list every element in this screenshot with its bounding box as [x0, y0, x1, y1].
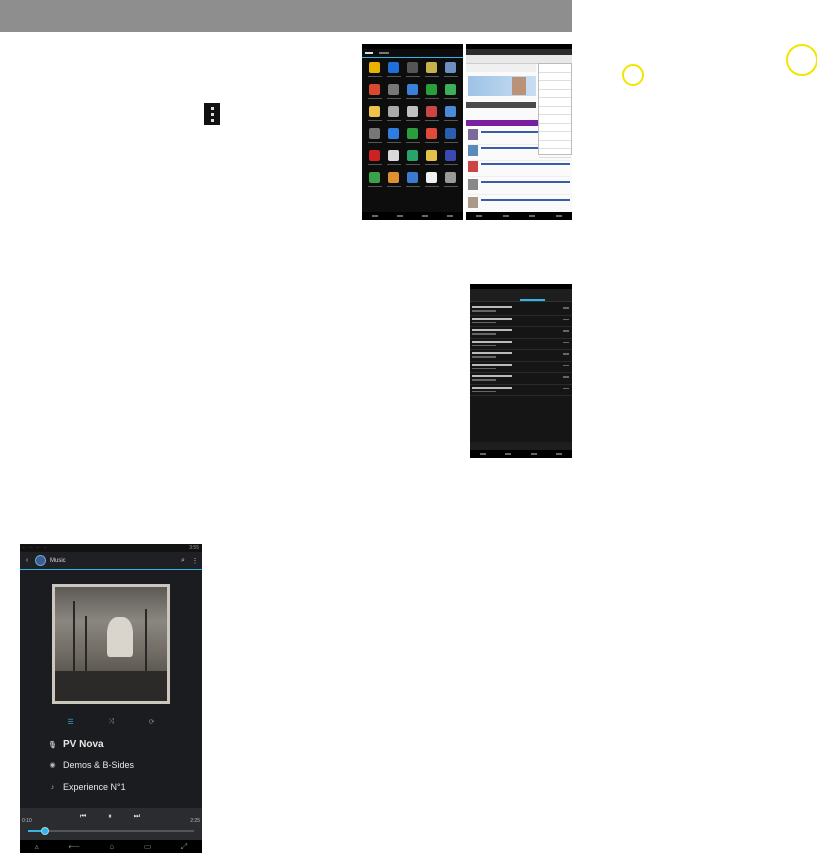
music-note-icon: ♪	[50, 783, 55, 791]
nav-home-icon[interactable]: ⌂	[109, 842, 114, 851]
page-header-bar	[0, 0, 572, 32]
next-icon[interactable]: ⏭	[134, 813, 140, 821]
overflow-icon[interactable]: ⋮	[191, 557, 199, 565]
action-bar: ‹ Music ⌕ ⋮	[20, 552, 202, 570]
seek-handle[interactable]	[40, 827, 49, 835]
track-row: ♪ Experience N°1	[48, 782, 126, 792]
music-app-icon	[35, 555, 46, 566]
seek-bar[interactable]	[28, 827, 194, 835]
overflow-menu-icon	[204, 103, 220, 125]
status-bar: · · · · 3:55	[20, 544, 202, 552]
pause-icon[interactable]: ⏸	[108, 813, 112, 821]
playback-bar: ⏮ ⏸ ⏭ 0:10 2:25	[20, 808, 202, 840]
songs-list-screenshot	[470, 284, 572, 458]
highlight-circle-small	[622, 64, 644, 86]
nav-recent-icon[interactable]: ▭	[144, 842, 152, 851]
artist-name: PV Nova	[63, 739, 104, 750]
album-icon: ◉	[49, 762, 56, 769]
total-time: 2:25	[190, 818, 200, 824]
nav-up-icon[interactable]: ▵	[35, 842, 39, 851]
nav-expand-icon[interactable]: ⤢	[181, 842, 187, 852]
previous-icon[interactable]: ⏮	[80, 813, 86, 821]
artist-row: 🎙 PV Nova	[48, 739, 104, 750]
album-art	[52, 584, 170, 704]
elapsed-time: 0:10	[22, 818, 32, 824]
nav-back-icon[interactable]: ⟵	[68, 842, 79, 851]
apps-drawer-screenshot	[362, 44, 463, 220]
shuffle-icon[interactable]: ⤨	[108, 718, 114, 726]
system-nav-bar: ▵ ⟵ ⌂ ▭ ⤢	[20, 840, 202, 853]
playback-modes: ☰ ⤨ ⟳	[50, 718, 172, 726]
app-title: Music	[50, 557, 66, 564]
microphone-icon: 🎙	[48, 741, 57, 749]
back-icon[interactable]: ‹	[23, 557, 31, 564]
track-name: Experience N°1	[63, 782, 126, 792]
music-player-screenshot: · · · · 3:55 ‹ Music ⌕ ⋮ ☰ ⤨ ⟳ 🎙 PV Nova…	[20, 544, 202, 853]
album-name: Demos & B-Sides	[63, 760, 135, 770]
search-icon[interactable]: ⌕	[179, 557, 187, 565]
highlight-circle-large	[786, 44, 817, 76]
status-time: 3:55	[189, 545, 199, 551]
browser-menu-screenshot	[466, 44, 572, 220]
queue-icon[interactable]: ☰	[67, 718, 73, 726]
album-row: ◉ Demos & B-Sides	[48, 760, 134, 770]
repeat-icon[interactable]: ⟳	[149, 718, 155, 726]
